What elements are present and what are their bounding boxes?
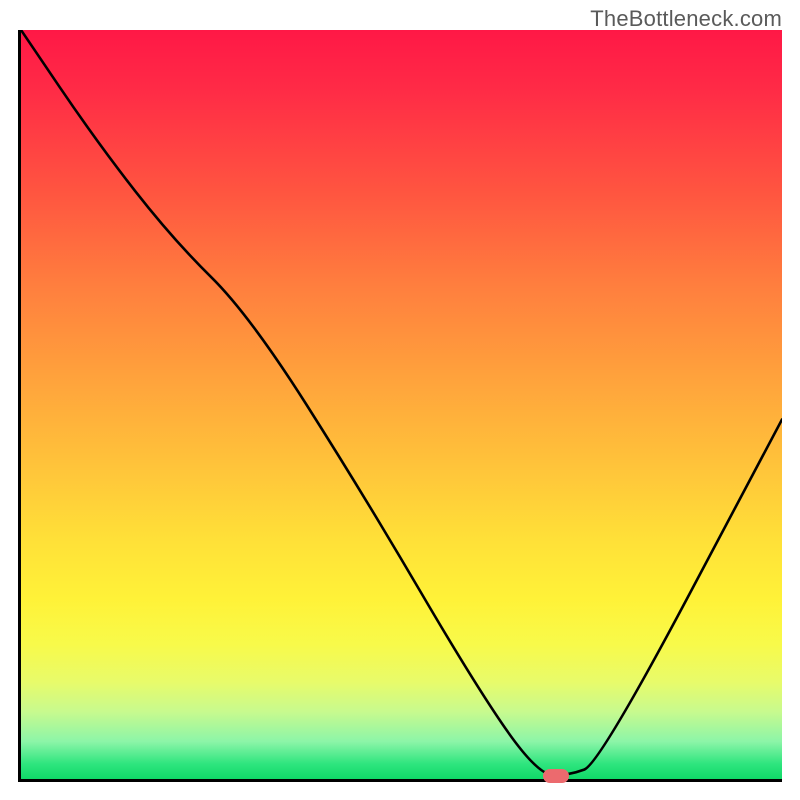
optimal-marker [543, 769, 569, 783]
gradient-background [21, 30, 782, 779]
chart-plot-area [18, 30, 782, 782]
watermark-text: TheBottleneck.com [590, 6, 782, 32]
